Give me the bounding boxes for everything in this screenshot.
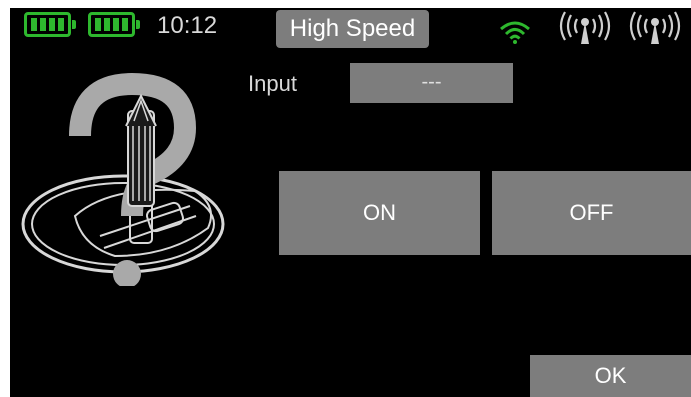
wifi-icon xyxy=(500,21,530,44)
battery-icon xyxy=(24,12,76,37)
battery-icon xyxy=(88,12,140,37)
off-button[interactable]: OFF xyxy=(492,171,691,255)
input-label: Input xyxy=(248,71,297,96)
on-button[interactable]: ON xyxy=(279,171,480,255)
antenna-icon xyxy=(629,11,681,44)
input-selector[interactable]: --- xyxy=(350,63,513,103)
clock: 10:12 xyxy=(157,12,218,39)
joystick-question-icon xyxy=(21,72,225,286)
antenna-icon xyxy=(559,11,611,44)
flight-mode-label[interactable]: High Speed xyxy=(276,10,429,48)
screen: 10:12 High Speed Input --- ON OFF OK xyxy=(10,8,691,397)
ok-button[interactable]: OK xyxy=(530,355,691,397)
